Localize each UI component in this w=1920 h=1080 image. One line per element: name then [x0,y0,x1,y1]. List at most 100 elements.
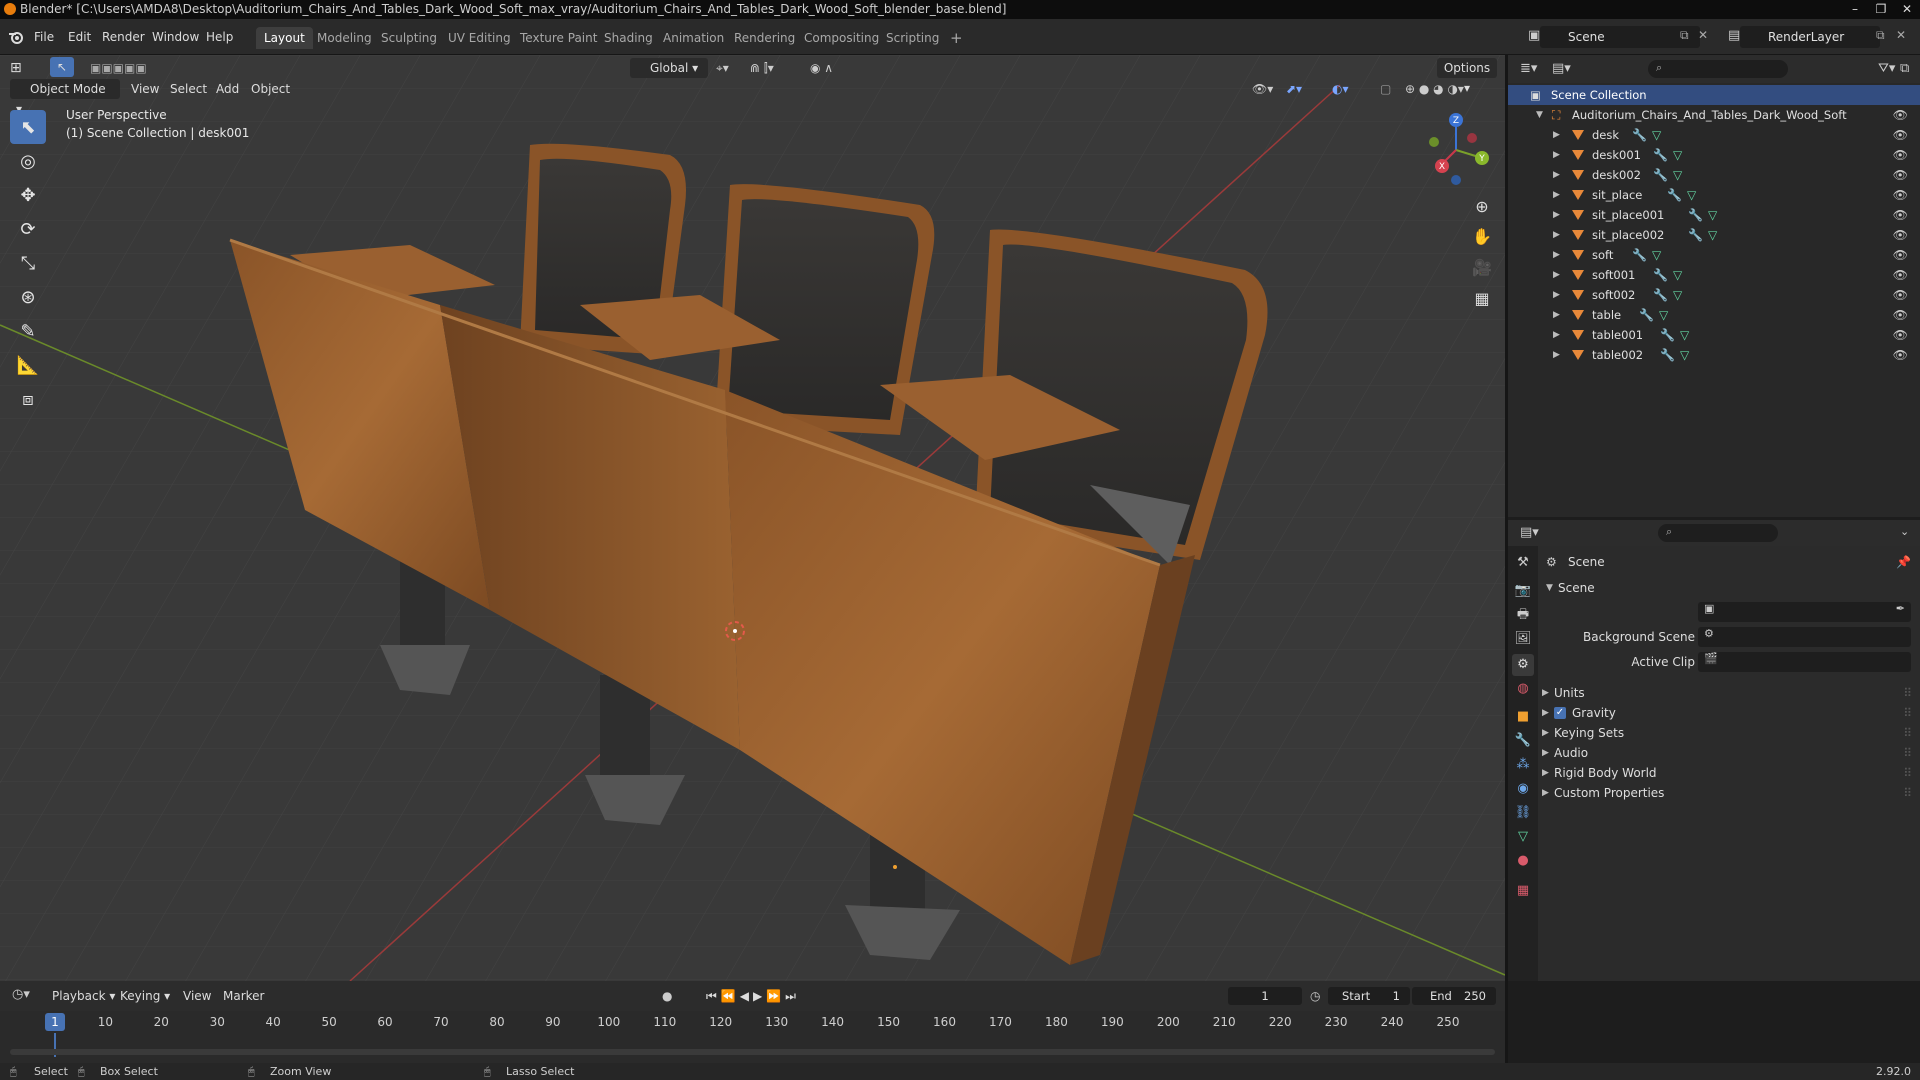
drag-handle-icon[interactable]: ⠿ [1903,743,1912,763]
modifier-tab-icon[interactable]: 🔧 [1512,730,1534,752]
area-divider[interactable] [1505,55,1508,1063]
properties-section-header[interactable]: ▶ Rigid Body World ⠿ [1542,763,1912,783]
visibility-eye-icon[interactable]: 👁 [1893,185,1908,205]
tab-rendering[interactable]: Rendering [726,27,803,49]
modifier-wrench-icon[interactable]: 🔧 [1667,185,1682,205]
outliner-object-row[interactable]: ▶ sit_place 🔧 ▽ 👁 [1508,185,1920,205]
maximize-button[interactable]: ❐ [1868,0,1894,19]
menu-render[interactable]: Render [102,27,145,47]
mesh-data-icon[interactable]: ▽ [1673,285,1682,305]
rotate-tool[interactable]: ⟳ [10,212,46,246]
render-tab-icon[interactable]: 📷 [1512,580,1534,602]
expand-arrow-icon[interactable]: ▶ [1553,125,1560,145]
expand-arrow-icon[interactable]: ▶ [1553,325,1560,345]
expand-arrow-icon[interactable]: ▶ [1553,285,1560,305]
object-tab-icon[interactable]: ■ [1512,706,1534,728]
visibility-eye-icon[interactable]: 👁 [1893,345,1908,365]
data-tab-icon[interactable]: ▽ [1512,826,1534,848]
transform-orientation-dropdown[interactable]: Global ▾ [630,58,708,78]
menu-file[interactable]: File [34,27,54,47]
mesh-data-icon[interactable]: ▽ [1680,325,1689,345]
add-workspace-button[interactable]: + [942,27,971,49]
outliner-object-row[interactable]: ▶ soft002 🔧 ▽ 👁 [1508,285,1920,305]
visibility-eye-icon[interactable]: 👁 [1893,125,1908,145]
delete-scene-icon[interactable]: ✕ [1698,28,1708,42]
current-frame-field[interactable]: 1 [1228,987,1302,1005]
vp-menu-object[interactable]: Object [251,79,290,99]
expand-arrow-icon[interactable]: ▶ [1553,345,1560,365]
view-layer-icon[interactable]: ▤ [1728,28,1740,43]
drag-handle-icon[interactable]: ⠿ [1903,683,1912,703]
drag-handle-icon[interactable]: ⠿ [1903,723,1912,743]
camera-view-icon[interactable]: 🎥 [1470,256,1494,280]
outliner-object-row[interactable]: ▶ sit_place002 🔧 ▽ 👁 [1508,225,1920,245]
outliner-object-row[interactable]: ▶ table001 🔧 ▽ 👁 [1508,325,1920,345]
constraints-tab-icon[interactable]: ⛓ [1512,802,1534,824]
visibility-eye-icon[interactable]: 👁 [1893,205,1908,225]
select-tool-icon[interactable]: ↖ [50,57,74,77]
visibility-eye-icon[interactable]: 👁 [1893,265,1908,285]
playback-controls-icons[interactable]: ⏮⏪◀▶⏩⏭ [706,986,800,1006]
tab-sculpting[interactable]: Sculpting [373,27,445,49]
new-view-layer-icon[interactable]: ⧉ [1876,28,1885,43]
properties-section-header[interactable]: ▶ Keying Sets ⠿ [1542,723,1912,743]
measure-tool[interactable]: 📐 [10,348,46,382]
output-tab-icon[interactable]: 🖶 [1512,604,1534,626]
object-mode-dropdown[interactable]: Object Mode ▾ [10,79,120,116]
modifier-wrench-icon[interactable]: 🔧 [1639,305,1654,325]
timeline-menu-keying[interactable]: Keying ▾ [120,986,170,1006]
transform-tool[interactable]: ⊛ [10,280,46,314]
tab-texture-paint[interactable]: Texture Paint [512,27,605,49]
modifier-wrench-icon[interactable]: 🔧 [1660,325,1675,345]
mesh-data-icon[interactable]: ▽ [1708,225,1717,245]
drag-handle-icon[interactable]: ⠿ [1903,703,1912,723]
overlay-toggle-icon[interactable]: ◐▾ [1332,79,1349,99]
view-layer-tab-icon[interactable]: 🖼 [1512,628,1534,650]
timeline-menu-view[interactable]: View [183,986,211,1006]
mesh-data-icon[interactable]: ▽ [1673,265,1682,285]
properties-section-header[interactable]: ▶ Custom Properties ⠿ [1542,783,1912,803]
move-tool[interactable]: ✥ [10,178,46,212]
outliner-object-row[interactable]: ▶ desk001 🔧 ▽ 👁 [1508,145,1920,165]
zoom-icon[interactable]: ⊕ [1470,195,1494,219]
playhead-frame-indicator[interactable]: 1 [45,1013,65,1031]
outliner-object-row[interactable]: ▶ soft 🔧 ▽ 👁 [1508,245,1920,265]
minimize-button[interactable]: – [1842,0,1868,19]
snap-icon[interactable]: ⋒ ⫿▾ [750,58,774,78]
modifier-wrench-icon[interactable]: 🔧 [1653,145,1668,165]
tool-tab-icon[interactable]: ⚒ [1512,552,1534,574]
expand-arrow-icon[interactable]: ▼ [1536,105,1543,125]
background-scene-field[interactable]: ⚙ [1698,627,1911,647]
tab-uv-editing[interactable]: UV Editing [440,27,519,49]
tab-shading[interactable]: Shading [596,27,661,49]
pivot-icon[interactable]: ⌖▾ [716,58,729,78]
scale-tool[interactable]: ⤡ [10,246,46,280]
vp-menu-view[interactable]: View [131,79,159,99]
mesh-data-icon[interactable]: ▽ [1673,165,1682,185]
visibility-eye-icon[interactable]: 👁 [1893,305,1908,325]
new-scene-icon[interactable]: ⧉ [1680,28,1689,43]
preview-range-icon[interactable]: ◷ [1310,986,1320,1006]
end-frame-field[interactable]: End 250 [1412,987,1496,1005]
material-tab-icon[interactable]: ● [1512,850,1534,872]
annotate-tool[interactable]: ✎ [10,314,46,348]
modifier-wrench-icon[interactable]: 🔧 [1653,265,1668,285]
world-tab-icon[interactable]: ◍ [1512,678,1534,700]
outliner-search-input[interactable]: ⌕ [1648,60,1788,78]
scene-selector-icon[interactable]: ▣ [1528,28,1540,43]
modifier-wrench-icon[interactable]: 🔧 [1632,125,1647,145]
visibility-eye-icon[interactable]: 👁 [1893,145,1908,165]
new-collection-icon[interactable]: ⧉ [1900,61,1909,76]
menu-window[interactable]: Window [152,27,199,47]
tab-scripting[interactable]: Scripting [878,27,947,49]
modifier-wrench-icon[interactable]: 🔧 [1653,165,1668,185]
pan-hand-icon[interactable]: ✋ [1470,225,1494,249]
visibility-icon[interactable]: 👁▾ [1252,79,1273,99]
modifier-wrench-icon[interactable]: 🔧 [1653,285,1668,305]
properties-section-header[interactable]: ▶ Units ⠿ [1542,683,1912,703]
menu-help[interactable]: Help [206,27,233,47]
vp-menu-add[interactable]: Add [216,79,239,99]
delete-view-layer-icon[interactable]: ✕ [1896,28,1906,42]
navigation-gizmo[interactable]: Z Y X [1420,110,1500,190]
properties-options-icon[interactable]: ⌄ [1900,525,1909,538]
